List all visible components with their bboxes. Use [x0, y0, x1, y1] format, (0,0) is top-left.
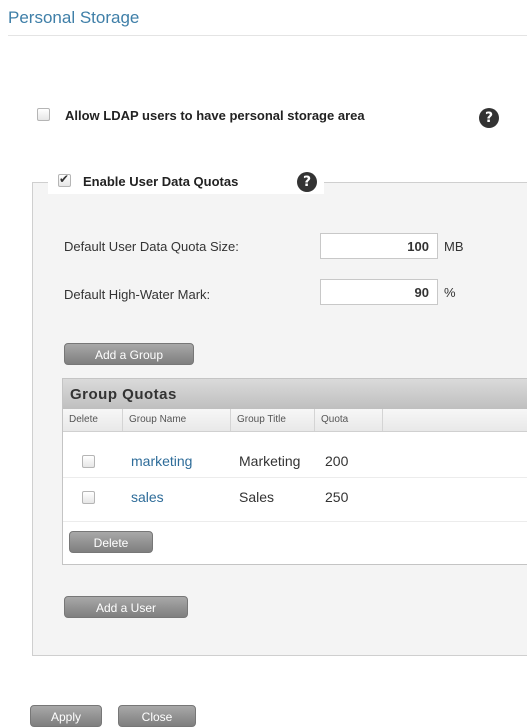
row-divider: [63, 521, 527, 522]
ldap-checkbox[interactable]: [37, 108, 50, 121]
group-quota: 200: [325, 453, 349, 469]
default-size-input[interactable]: 100: [320, 233, 438, 259]
row-delete-checkbox[interactable]: [82, 455, 95, 468]
title-divider: [8, 35, 527, 36]
quotas-label: Enable User Data Quotas: [83, 174, 239, 189]
ldap-label: Allow LDAP users to have personal storag…: [65, 108, 365, 123]
group-title: Marketing: [239, 453, 301, 469]
add-user-button[interactable]: Add a User: [64, 596, 188, 618]
quotas-checkbox[interactable]: [58, 172, 71, 187]
quotas-help-icon[interactable]: ?: [297, 172, 317, 192]
close-button[interactable]: Close: [118, 705, 196, 727]
hwm-label: Default High-Water Mark:: [64, 287, 211, 302]
row-delete-checkbox[interactable]: [82, 491, 95, 504]
hwm-unit: %: [444, 285, 456, 300]
ldap-help-icon[interactable]: ?: [479, 108, 499, 128]
default-size-label: Default User Data Quota Size:: [64, 239, 239, 254]
apply-button[interactable]: Apply: [30, 705, 102, 727]
col-group-title: Group Title: [231, 409, 315, 431]
default-size-unit: MB: [444, 239, 464, 254]
delete-groups-button[interactable]: Delete: [69, 531, 153, 553]
group-quota: 250: [325, 489, 349, 505]
table-header: Group Quotas: [63, 379, 527, 409]
col-quota: Quota: [315, 409, 383, 431]
group-quotas-table: Group Quotas Delete Group Name Group Tit…: [62, 378, 527, 565]
group-name-link[interactable]: sales: [131, 489, 164, 505]
add-group-button[interactable]: Add a Group: [64, 343, 194, 365]
row-divider: [63, 477, 527, 478]
group-name-link[interactable]: marketing: [131, 453, 192, 469]
col-group-name: Group Name: [123, 409, 231, 431]
page-title: Personal Storage: [8, 8, 140, 27]
hwm-input[interactable]: 90: [320, 279, 438, 305]
group-title: Sales: [239, 489, 275, 505]
col-delete: Delete: [63, 409, 123, 431]
column-header-row: Delete Group Name Group Title Quota: [63, 409, 527, 432]
table-title: Group Quotas: [70, 386, 177, 403]
